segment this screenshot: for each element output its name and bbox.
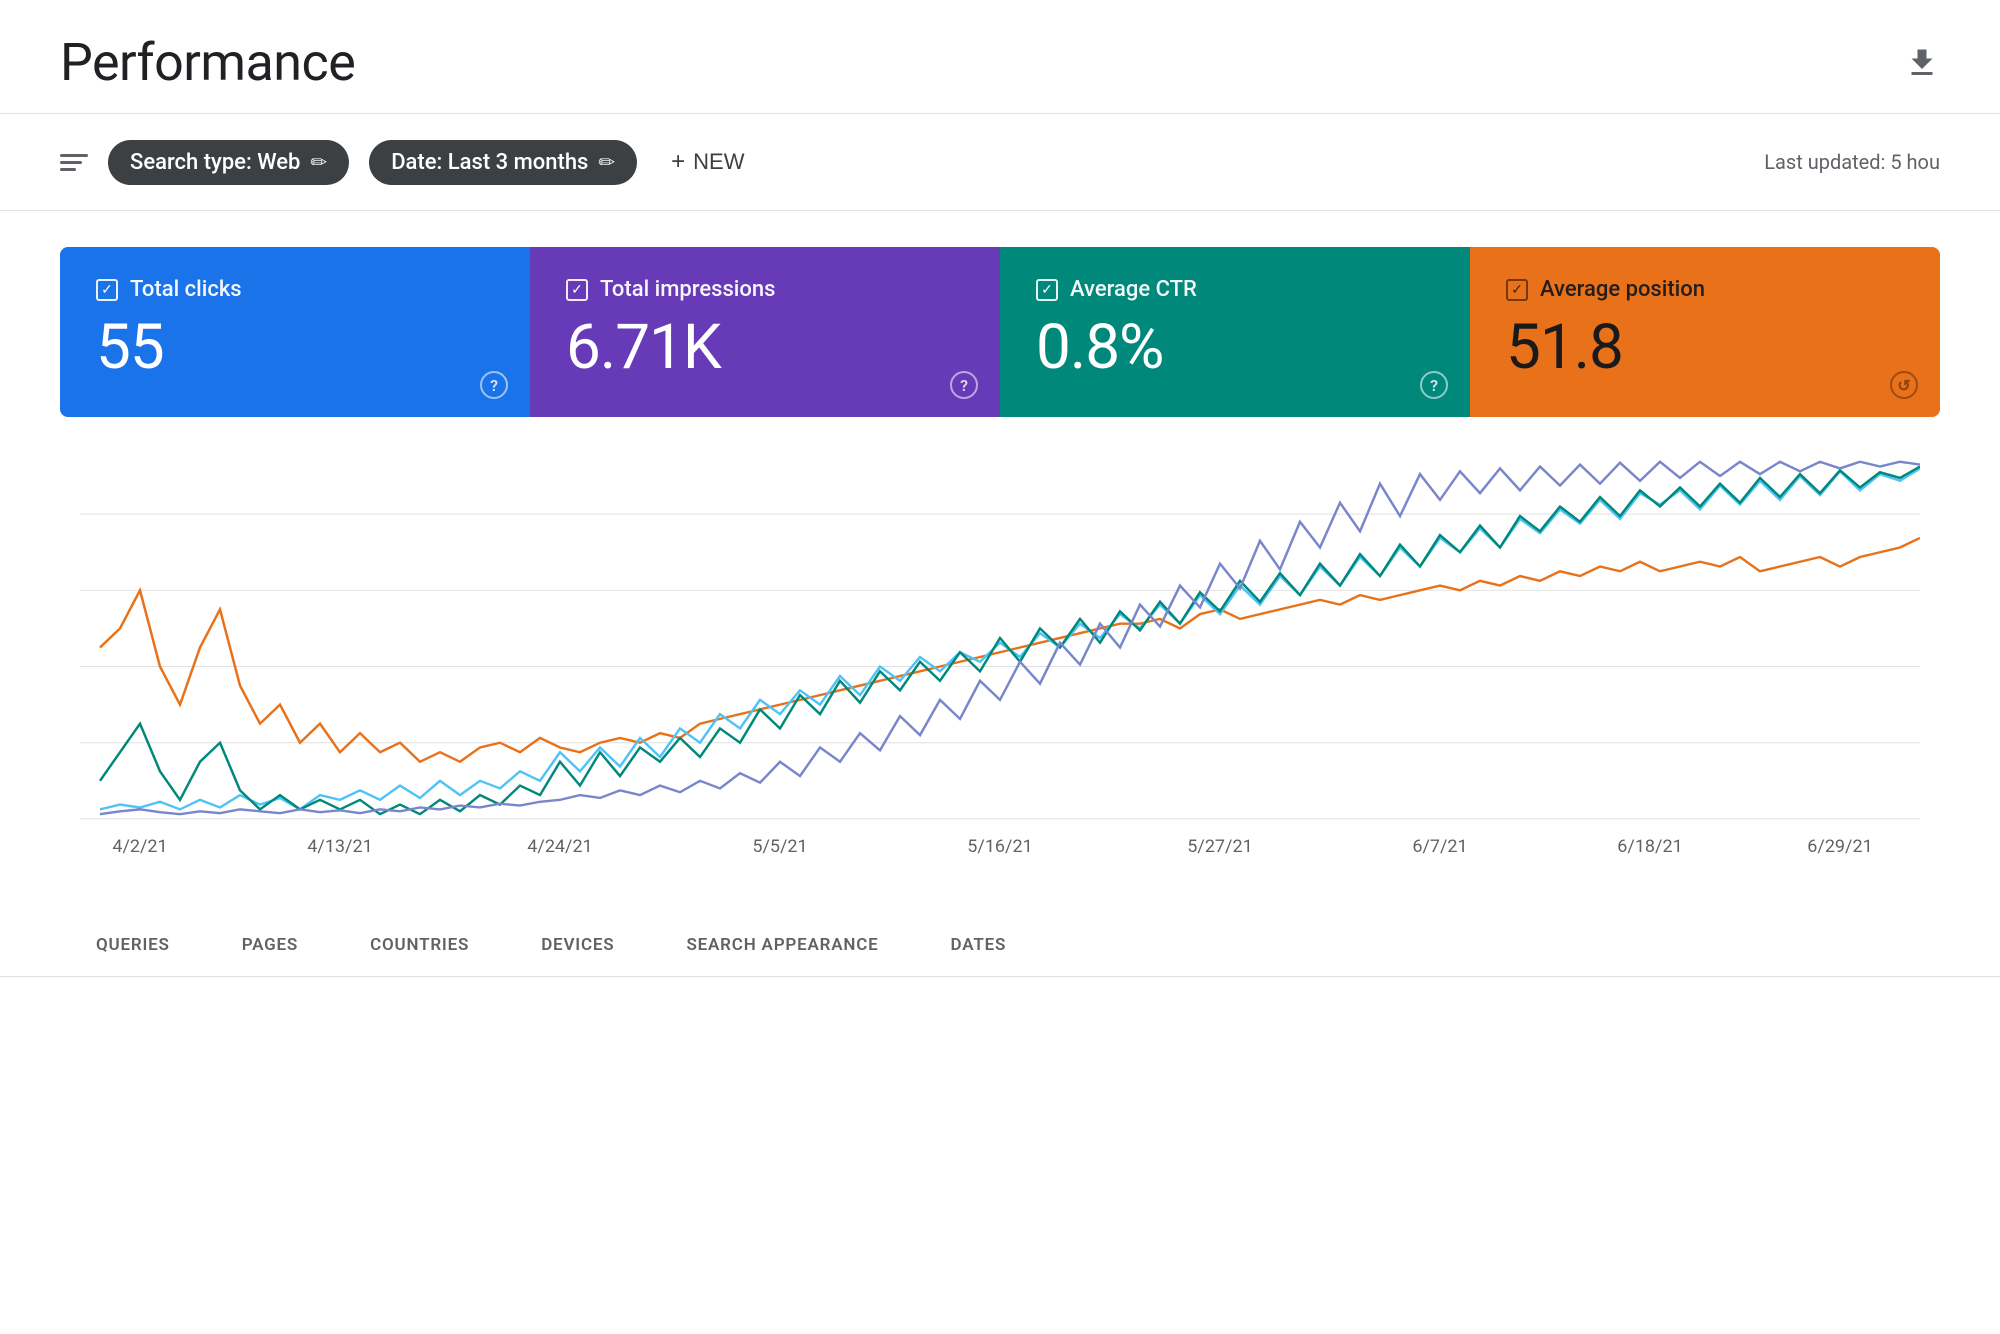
- svg-text:6/18/21: 6/18/21: [1617, 838, 1682, 857]
- metric-checkbox-impressions: ✓: [566, 279, 588, 301]
- tab-search-appearance[interactable]: SEARCH APPEARANCE: [650, 917, 914, 976]
- header: Performance: [0, 0, 2000, 114]
- metric-value-ctr: 0.8%: [1036, 314, 1434, 382]
- date-label: Date: Last 3 months: [391, 150, 588, 175]
- svg-text:4/13/21: 4/13/21: [307, 838, 372, 857]
- svg-text:6/29/21: 6/29/21: [1807, 838, 1872, 857]
- metric-value-position: 51.8: [1506, 314, 1904, 382]
- metric-label-row-position: ✓ Average position: [1506, 277, 1904, 302]
- new-button[interactable]: + NEW: [657, 138, 758, 186]
- svg-text:5/5/21: 5/5/21: [752, 838, 807, 857]
- svg-text:6/7/21: 6/7/21: [1412, 838, 1467, 857]
- metric-help-position[interactable]: ↺: [1890, 371, 1918, 399]
- chart-container: 4/2/21 4/13/21 4/24/21 5/5/21 5/16/21 5/…: [60, 437, 1940, 897]
- metric-help-ctr[interactable]: ?: [1420, 371, 1448, 399]
- filter-icon: [60, 154, 88, 171]
- last-updated: Last updated: 5 hou: [1764, 150, 1940, 174]
- metric-help-impressions[interactable]: ?: [950, 371, 978, 399]
- download-button[interactable]: [1904, 45, 1940, 81]
- svg-text:4/24/21: 4/24/21: [527, 838, 592, 857]
- metric-checkbox-ctr: ✓: [1036, 279, 1058, 301]
- bottom-tabs: QUERIES PAGES COUNTRIES DEVICES SEARCH A…: [0, 917, 2000, 977]
- page-wrapper: Performance Search type: Web ✏ Date: Las…: [0, 0, 2000, 1334]
- svg-text:4/2/21: 4/2/21: [112, 838, 167, 857]
- metric-value-impressions: 6.71K: [566, 314, 964, 382]
- svg-text:5/16/21: 5/16/21: [967, 838, 1032, 857]
- metric-label-position: Average position: [1540, 277, 1705, 302]
- metrics-row: ✓ Total clicks 55 ? ✓ Total impressions …: [60, 247, 1940, 417]
- metric-label-row-impressions: ✓ Total impressions: [566, 277, 964, 302]
- tab-dates[interactable]: DATES: [915, 917, 1043, 976]
- metric-label-impressions: Total impressions: [600, 277, 775, 302]
- metric-card-clicks[interactable]: ✓ Total clicks 55 ?: [60, 247, 530, 417]
- metric-help-clicks[interactable]: ?: [480, 371, 508, 399]
- metric-card-ctr[interactable]: ✓ Average CTR 0.8% ?: [1000, 247, 1470, 417]
- tab-pages[interactable]: PAGES: [206, 917, 334, 976]
- impressions-line: [100, 468, 1920, 809]
- metric-label-row-ctr: ✓ Average CTR: [1036, 277, 1434, 302]
- page-title: Performance: [60, 32, 355, 93]
- performance-chart: 4/2/21 4/13/21 4/24/21 5/5/21 5/16/21 5/…: [80, 457, 1920, 857]
- tab-countries[interactable]: COUNTRIES: [334, 917, 505, 976]
- toolbar: Search type: Web ✏ Date: Last 3 months ✏…: [0, 114, 2000, 211]
- metric-card-position[interactable]: ✓ Average position 51.8 ↺: [1470, 247, 1940, 417]
- metric-checkbox-clicks: ✓: [96, 279, 118, 301]
- metric-checkbox-position: ✓: [1506, 279, 1528, 301]
- search-type-edit-icon: ✏: [310, 150, 327, 174]
- plus-icon: +: [671, 148, 685, 176]
- tab-queries[interactable]: QUERIES: [60, 917, 206, 976]
- metric-card-impressions[interactable]: ✓ Total impressions 6.71K ?: [530, 247, 1000, 417]
- new-button-label: NEW: [693, 149, 744, 175]
- date-chip[interactable]: Date: Last 3 months ✏: [369, 140, 637, 185]
- filter-button[interactable]: [60, 154, 88, 171]
- metric-label-ctr: Average CTR: [1070, 277, 1197, 302]
- metric-label-row-clicks: ✓ Total clicks: [96, 277, 494, 302]
- ctr-line: [100, 467, 1920, 815]
- date-edit-icon: ✏: [598, 150, 615, 174]
- search-type-label: Search type: Web: [130, 150, 300, 175]
- svg-text:5/27/21: 5/27/21: [1187, 838, 1252, 857]
- tab-devices[interactable]: DEVICES: [505, 917, 650, 976]
- metric-value-clicks: 55: [96, 314, 494, 382]
- metric-label-clicks: Total clicks: [130, 277, 242, 302]
- search-type-chip[interactable]: Search type: Web ✏: [108, 140, 349, 185]
